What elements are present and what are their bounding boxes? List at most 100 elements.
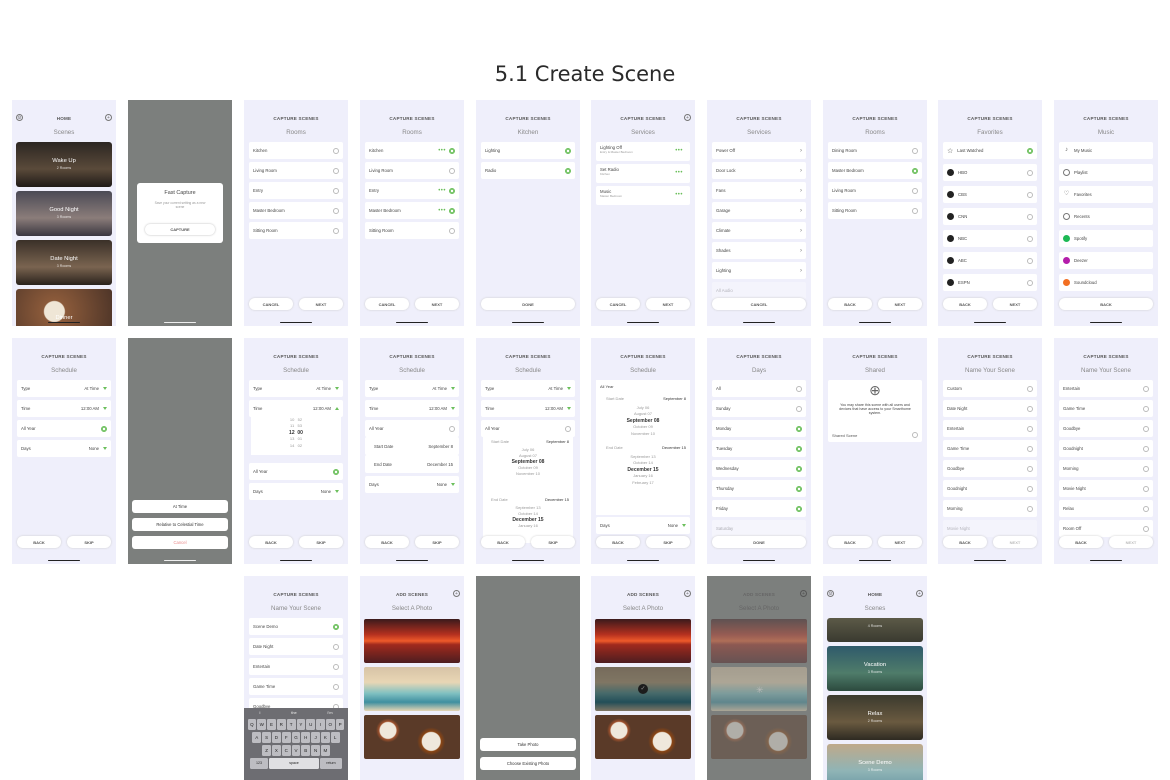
list-item[interactable]: Spotify: [1059, 230, 1153, 247]
time-row[interactable]: Time 12:00 AM: [365, 400, 459, 417]
key[interactable]: Z: [262, 745, 271, 756]
list-item[interactable]: Morning: [943, 500, 1037, 517]
back-button[interactable]: BACK: [943, 298, 987, 310]
back-button[interactable]: BACK: [596, 536, 640, 548]
time-picker[interactable]: 10 52 11 53 12 00 13 01 14 02: [251, 415, 341, 455]
numbers-key[interactable]: 123: [250, 758, 268, 769]
skip-button[interactable]: SKIP: [531, 536, 575, 548]
list-item[interactable]: Goodnight: [1059, 440, 1153, 457]
list-item[interactable]: Dining Room: [828, 142, 922, 159]
list-item[interactable]: Garage ›: [712, 202, 806, 219]
start-date-row[interactable]: Start Date September 8: [365, 437, 459, 455]
list-item[interactable]: All Audio: [712, 282, 806, 299]
list-item[interactable]: Movie Night: [1059, 480, 1153, 497]
list-item[interactable]: Game Time: [1059, 400, 1153, 417]
scene-card[interactable]: Good Night 3 Rooms: [16, 191, 112, 236]
next-button[interactable]: NEXT: [1109, 536, 1153, 548]
key[interactable]: L: [330, 732, 340, 743]
list-item[interactable]: Goodnight: [943, 480, 1037, 497]
all-year-row[interactable]: All Year: [17, 420, 111, 437]
next-button[interactable]: NEXT: [878, 298, 922, 310]
days-row[interactable]: Days None: [365, 476, 459, 493]
list-item[interactable]: Living Room: [828, 182, 922, 199]
list-item[interactable]: Recents: [1059, 208, 1153, 225]
key[interactable]: K: [320, 732, 330, 743]
key[interactable]: B: [301, 745, 311, 756]
key[interactable]: U: [306, 719, 316, 730]
cancel-button[interactable]: CANCEL: [365, 298, 409, 310]
list-item[interactable]: ☆ Last Watched: [943, 142, 1037, 159]
cancel-button[interactable]: CANCEL: [712, 298, 806, 310]
key[interactable]: M: [320, 745, 330, 756]
choose-photo-option[interactable]: Choose Existing Photo: [480, 757, 576, 770]
list-item[interactable]: Lighting ›: [712, 262, 806, 279]
add-icon[interactable]: +: [800, 590, 807, 597]
back-button[interactable]: BACK: [943, 536, 987, 548]
list-item[interactable]: Room Off: [1059, 520, 1153, 537]
skip-button[interactable]: SKIP: [646, 536, 690, 548]
scene-card[interactable]: Scene Demo 3 Rooms: [827, 744, 923, 780]
list-item[interactable]: Kitchen •••: [365, 142, 459, 159]
next-button[interactable]: NEXT: [299, 298, 343, 310]
list-item[interactable]: Entertain: [249, 658, 343, 675]
key[interactable]: S: [262, 732, 271, 743]
suggestion-bar[interactable]: Ithe I'm: [244, 708, 348, 717]
list-item[interactable]: NBC: [943, 230, 1037, 247]
list-item[interactable]: Master Bedroom •••: [365, 202, 459, 219]
list-item[interactable]: Game Time: [249, 678, 343, 695]
list-item[interactable]: Date Night: [943, 400, 1037, 417]
key[interactable]: G: [291, 732, 301, 743]
scene-card[interactable]: Dinner: [16, 289, 112, 326]
cancel-button[interactable]: CANCEL: [596, 298, 640, 310]
key[interactable]: J: [311, 732, 320, 743]
beach-photo[interactable]: ✓: [595, 667, 691, 711]
list-item[interactable]: Scene Demo: [249, 618, 343, 635]
list-item[interactable]: Game Time: [943, 440, 1037, 457]
scene-card[interactable]: Date Night 3 Rooms: [16, 240, 112, 285]
add-icon[interactable]: +: [916, 590, 923, 597]
list-item[interactable]: Power Off ›: [712, 142, 806, 159]
type-row[interactable]: Type At Time: [249, 380, 343, 397]
list-item[interactable]: Date Night: [249, 638, 343, 655]
list-item[interactable]: Goodbye: [1059, 420, 1153, 437]
list-item[interactable]: Set Radio Kitchen •••: [596, 164, 690, 183]
sunset-photo[interactable]: [364, 619, 460, 663]
key[interactable]: C: [281, 745, 291, 756]
list-item[interactable]: Kitchen: [249, 142, 343, 159]
key[interactable]: P: [335, 719, 345, 730]
capture-button[interactable]: CAPTURE: [145, 224, 215, 235]
list-item[interactable]: Master Bedroom: [828, 162, 922, 179]
food-photo[interactable]: [364, 715, 460, 759]
key[interactable]: E: [267, 719, 276, 730]
next-button[interactable]: NEXT: [415, 298, 459, 310]
skip-button[interactable]: SKIP: [67, 536, 111, 548]
done-button[interactable]: DONE: [712, 536, 806, 548]
add-icon[interactable]: +: [105, 114, 112, 121]
take-photo-option[interactable]: Take Photo: [480, 738, 576, 751]
list-item[interactable]: Soundcloud: [1059, 274, 1153, 291]
list-item[interactable]: Monday: [712, 420, 806, 437]
list-item[interactable]: ABC: [943, 252, 1037, 269]
days-row[interactable]: Days None: [17, 440, 111, 457]
back-button[interactable]: BACK: [481, 536, 525, 548]
next-button[interactable]: NEXT: [993, 298, 1037, 310]
list-item[interactable]: Friday: [712, 500, 806, 517]
list-item[interactable]: Sitting Room: [249, 222, 343, 239]
all-year-row[interactable]: All Year: [481, 420, 575, 437]
key[interactable]: X: [272, 745, 281, 756]
type-row[interactable]: Type At Time: [365, 380, 459, 397]
list-item[interactable]: Fans ›: [712, 182, 806, 199]
key[interactable]: D: [272, 732, 281, 743]
key[interactable]: Y: [296, 719, 306, 730]
back-button[interactable]: BACK: [249, 536, 293, 548]
list-item[interactable]: Thursday: [712, 480, 806, 497]
time-row[interactable]: Time 12:00 AM: [17, 400, 111, 417]
next-button[interactable]: NEXT: [993, 536, 1037, 548]
list-item[interactable]: Sitting Room: [828, 202, 922, 219]
all-year-row[interactable]: All Year: [365, 420, 459, 437]
cancel-option[interactable]: Cancel: [132, 536, 228, 549]
back-button[interactable]: BACK: [828, 298, 872, 310]
list-item[interactable]: Goodbye: [943, 460, 1037, 477]
list-item[interactable]: Shades ›: [712, 242, 806, 259]
list-item[interactable]: Climate ›: [712, 222, 806, 239]
